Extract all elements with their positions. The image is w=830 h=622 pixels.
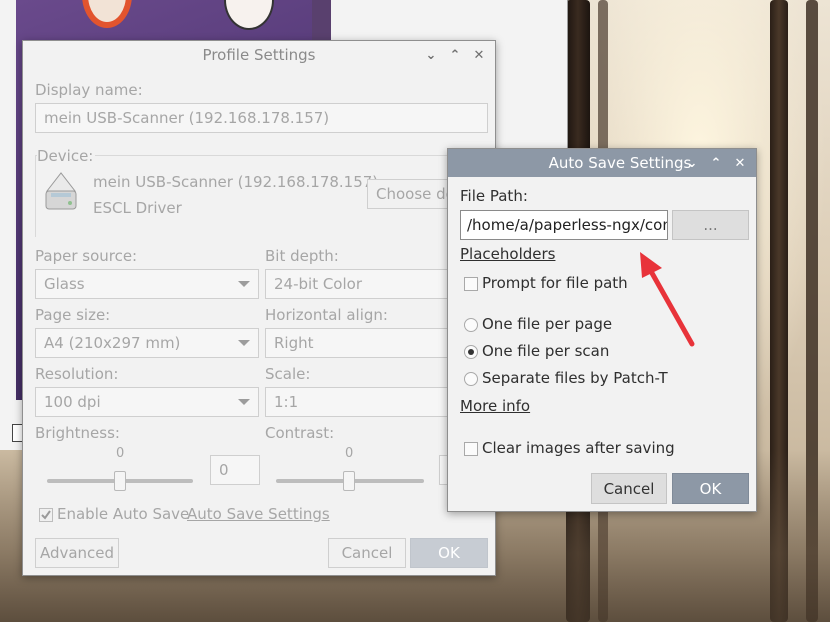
- display-name-value: mein USB-Scanner (192.168.178.157): [44, 109, 330, 127]
- brightness-slider-value: 0: [116, 446, 125, 461]
- bit-depth-label: Bit depth:: [265, 247, 339, 265]
- dropdown-arrow-icon: [238, 281, 250, 287]
- paper-source-label: Paper source:: [35, 247, 138, 265]
- page-size-value: A4 (210x297 mm): [44, 334, 181, 352]
- brightness-slider-handle[interactable]: [114, 471, 126, 491]
- resolution-label: Resolution:: [35, 365, 119, 383]
- radio-one-file-per-page[interactable]: [464, 318, 478, 332]
- enable-auto-save-label: Enable Auto Save: [57, 505, 190, 523]
- horizontal-align-select[interactable]: Right: [265, 328, 455, 358]
- profile-cancel-label: Cancel: [341, 544, 393, 562]
- autosave-ok-button[interactable]: OK: [672, 473, 749, 504]
- choose-device-label: Choose de: [376, 185, 455, 203]
- profile-settings-dialog: Profile Settings ⌄ ⌃ ✕ Display name: mei…: [22, 40, 496, 576]
- page-size-label: Page size:: [35, 306, 111, 324]
- preview-figure: [224, 0, 274, 30]
- scanner-icon: [43, 171, 79, 213]
- scale-select[interactable]: 1:1: [265, 387, 455, 417]
- profile-cancel-button[interactable]: Cancel: [328, 538, 406, 568]
- profile-ok-button[interactable]: OK: [410, 538, 488, 568]
- brightness-box-value: 0: [219, 461, 229, 479]
- chevron-down-icon[interactable]: ⌄: [421, 45, 441, 65]
- chevron-up-icon[interactable]: ⌃: [706, 153, 726, 173]
- clear-images-checkbox[interactable]: [464, 442, 478, 456]
- auto-save-settings-link[interactable]: Auto Save Settings: [187, 505, 330, 523]
- display-name-label: Display name:: [35, 81, 143, 99]
- option-one-file-per-scan: One file per scan: [482, 342, 610, 360]
- close-icon[interactable]: ✕: [730, 153, 750, 173]
- resolution-select[interactable]: 100 dpi: [35, 387, 259, 417]
- autosave-ok-label: OK: [699, 479, 722, 498]
- bit-depth-select[interactable]: 24-bit Color: [265, 269, 455, 299]
- browse-button[interactable]: ...: [672, 210, 749, 240]
- more-info-link[interactable]: More info: [460, 397, 530, 415]
- scale-label: Scale:: [265, 365, 311, 383]
- contrast-label: Contrast:: [265, 424, 335, 442]
- bit-depth-value: 24-bit Color: [274, 275, 363, 293]
- chevron-up-icon[interactable]: ⌃: [445, 45, 465, 65]
- file-path-value: /home/a/paperless-ngx/con: [467, 216, 668, 234]
- advanced-button[interactable]: Advanced: [35, 538, 119, 568]
- option-one-file-per-page: One file per page: [482, 315, 613, 333]
- paper-source-select[interactable]: Glass: [35, 269, 259, 299]
- prompt-file-path-label: Prompt for file path: [482, 274, 628, 292]
- device-name: mein USB-Scanner (192.168.178.157): [93, 173, 379, 191]
- profile-ok-label: OK: [438, 544, 460, 562]
- brightness-value-input[interactable]: 0: [210, 455, 260, 485]
- dropdown-arrow-icon: [238, 340, 250, 346]
- advanced-button-label: Advanced: [39, 544, 115, 562]
- resolution-value: 100 dpi: [44, 393, 101, 411]
- file-path-label: File Path:: [460, 187, 528, 205]
- dropdown-arrow-icon: [238, 399, 250, 405]
- autosave-cancel-button[interactable]: Cancel: [591, 473, 667, 504]
- autosave-cancel-label: Cancel: [603, 479, 655, 498]
- enable-auto-save-checkbox[interactable]: [39, 508, 53, 522]
- checkmark-icon: [41, 510, 51, 520]
- chevron-down-icon[interactable]: ⌄: [682, 153, 702, 173]
- radio-one-file-per-scan[interactable]: [464, 345, 478, 359]
- horizontal-align-value: Right: [274, 334, 314, 352]
- profile-titlebar[interactable]: Profile Settings ⌄ ⌃ ✕: [23, 41, 495, 69]
- profile-title: Profile Settings: [202, 46, 316, 64]
- placeholders-link[interactable]: Placeholders: [460, 245, 555, 263]
- close-icon[interactable]: ✕: [469, 45, 489, 65]
- auto-save-settings-dialog: Auto Save Settings ⌄ ⌃ ✕ File Path: /hom…: [447, 148, 757, 512]
- device-driver: ESCL Driver: [93, 199, 182, 217]
- horizontal-align-label: Horizontal align:: [265, 306, 388, 324]
- device-label: Device:: [37, 147, 96, 165]
- paper-source-value: Glass: [44, 275, 85, 293]
- browse-button-label: ...: [703, 216, 718, 234]
- option-separate-by-patch: Separate files by Patch-T: [482, 369, 668, 387]
- contrast-slider-handle[interactable]: [343, 471, 355, 491]
- preview-figure: [82, 0, 132, 28]
- clear-images-label: Clear images after saving: [482, 439, 675, 457]
- radio-separate-by-patch[interactable]: [464, 372, 478, 386]
- annotation-arrow-icon: [640, 252, 695, 347]
- contrast-slider-value: 0: [345, 446, 354, 461]
- prompt-file-path-checkbox[interactable]: [464, 277, 478, 291]
- display-name-input[interactable]: mein USB-Scanner (192.168.178.157): [35, 103, 488, 133]
- brightness-label: Brightness:: [35, 424, 120, 442]
- scale-value: 1:1: [274, 393, 299, 411]
- file-path-input[interactable]: /home/a/paperless-ngx/con: [460, 210, 668, 240]
- autosave-titlebar[interactable]: Auto Save Settings ⌄ ⌃ ✕: [448, 149, 756, 177]
- page-size-select[interactable]: A4 (210x297 mm): [35, 328, 259, 358]
- autosave-title: Auto Save Settings: [548, 154, 692, 172]
